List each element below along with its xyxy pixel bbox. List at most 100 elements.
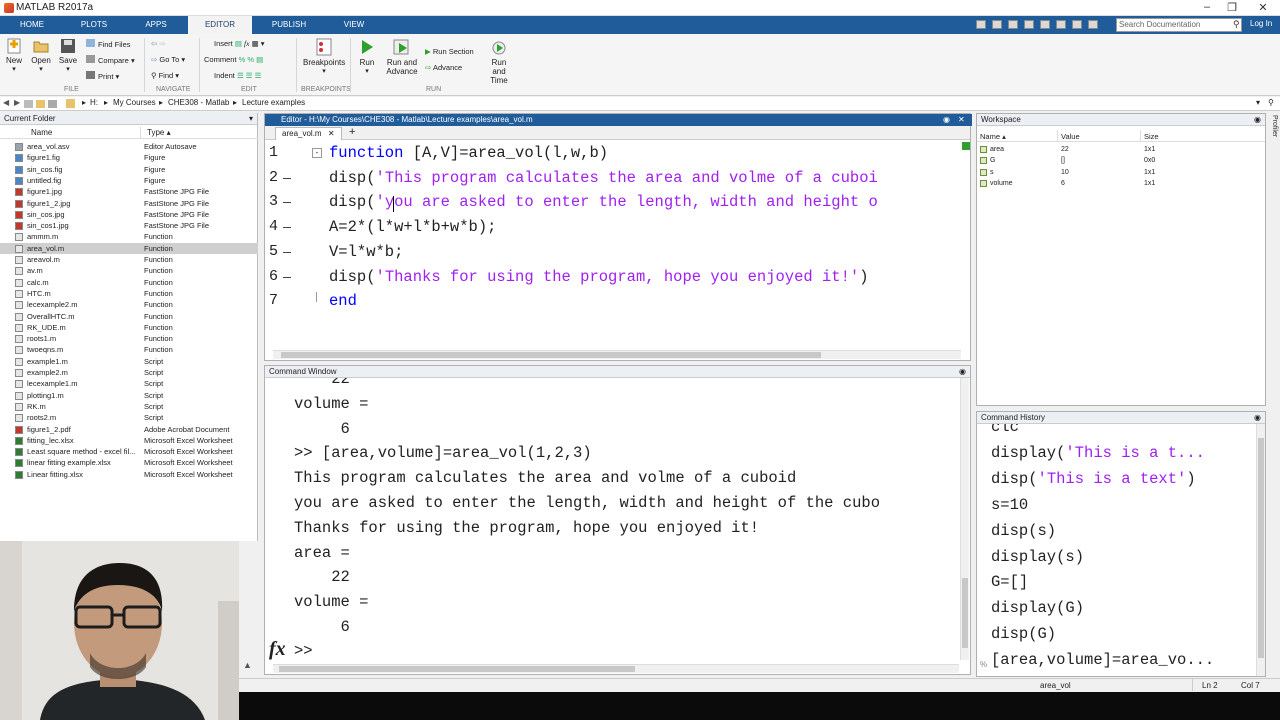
file-row[interactable]: sin_cos.jpg FastStone JPG File	[0, 209, 258, 220]
scrollbar-thumb[interactable]	[962, 578, 968, 648]
file-row[interactable]: figure1.jpg FastStone JPG File	[0, 186, 258, 197]
history-entry[interactable]: clc	[991, 424, 1019, 436]
up-folder-icon[interactable]	[24, 100, 33, 108]
new-button[interactable]: New ▾	[4, 38, 24, 73]
back-icon[interactable]: ◀	[3, 98, 9, 107]
breakpoint-dash[interactable]	[283, 227, 291, 229]
address-search-icon[interactable]: ⚲	[1268, 98, 1274, 107]
file-row[interactable]: calc.m Function	[0, 277, 258, 288]
breadcrumb-my-courses[interactable]: My Courses	[113, 98, 156, 107]
search-icon[interactable]: ⚲	[1233, 19, 1240, 30]
breakpoint-dash[interactable]	[283, 251, 291, 253]
panel-menu-icon[interactable]: ▾	[249, 113, 257, 125]
breakpoint-dash[interactable]	[283, 177, 291, 179]
open-button[interactable]: Open ▾	[30, 38, 52, 73]
column-type-header[interactable]: Type ▴	[147, 128, 171, 137]
workspace-variable-row[interactable]: G [] 0x0	[977, 155, 1265, 166]
browse-folder-icon[interactable]	[36, 100, 45, 108]
file-row[interactable]: plotting1.m Script	[0, 390, 258, 401]
file-row[interactable]: roots1.m Function	[0, 333, 258, 344]
file-row[interactable]: RK.m Script	[0, 401, 258, 412]
address-dropdown-icon[interactable]: ▾	[1256, 98, 1260, 107]
fx-function-browser-icon[interactable]: fx	[269, 638, 286, 661]
file-row[interactable]: area_vol.m Function	[0, 242, 258, 254]
back-forward-buttons[interactable]: ⇦ ⇨	[151, 39, 166, 48]
file-row[interactable]: example1.m Script	[0, 356, 258, 367]
history-entry[interactable]: [area,volume]=area_vo...	[991, 651, 1214, 669]
editor-tab-area-vol[interactable]: area_vol.m ✕	[275, 127, 342, 140]
breadcrumb-drive[interactable]: H:	[90, 98, 98, 107]
find-files-button[interactable]: Find Files	[86, 39, 131, 49]
ws-col-size[interactable]: Size	[1144, 132, 1159, 141]
file-row[interactable]: example2.m Script	[0, 367, 258, 378]
print-button[interactable]: Print ▾	[86, 71, 119, 81]
save-quick-icon[interactable]	[976, 20, 986, 29]
redo-quick-icon[interactable]	[1056, 20, 1066, 29]
run-and-time-button[interactable]: Run and Time	[484, 38, 514, 85]
file-row[interactable]: Linear fitting.xlsx Microsoft Excel Works…	[0, 469, 258, 480]
tab-home[interactable]: HOME	[10, 16, 54, 34]
minimize-icon[interactable]: –	[1200, 1, 1214, 13]
file-row[interactable]: av.m Function	[0, 265, 258, 276]
undo-quick-icon[interactable]	[1040, 20, 1050, 29]
history-entry[interactable]: display(G)	[991, 599, 1084, 617]
paste-quick-icon[interactable]	[1024, 20, 1034, 29]
workspace-variable-row[interactable]: volume 6 1x1	[977, 178, 1265, 189]
insert-button[interactable]: Insert ▤ fx ▦ ▾	[214, 39, 265, 48]
scrollbar-thumb[interactable]	[1258, 438, 1264, 658]
find-button[interactable]: ⚲ Find ▾	[151, 71, 179, 80]
editor-horizontal-scrollbar[interactable]	[273, 350, 961, 359]
search-documentation-input[interactable]: Search Documentation	[1116, 18, 1242, 32]
history-vertical-scrollbar[interactable]	[1256, 424, 1265, 676]
code-area[interactable]: 1- function [A,V]=area_vol(l,w,b) 2 disp('T…	[265, 142, 962, 352]
side-tab-profiler[interactable]: Profiler	[1268, 113, 1280, 153]
breakpoint-dash[interactable]	[283, 202, 291, 204]
editor-close-icon[interactable]: ✕	[958, 114, 965, 126]
advance-button[interactable]: ⇨ Advance	[425, 63, 462, 72]
file-row[interactable]: twoeqns.m Function	[0, 344, 258, 355]
history-entry[interactable]: disp('This is a text')	[991, 470, 1196, 488]
file-row[interactable]: RK_UDE.m Function	[0, 322, 258, 333]
file-row[interactable]: Least square method - excel fil... Micros…	[0, 446, 258, 457]
file-row[interactable]: sin_cos1.jpg FastStone JPG File	[0, 220, 258, 231]
file-row[interactable]: figure1_2.jpg FastStone JPG File	[0, 198, 258, 209]
file-row[interactable]: figure1_2.pdf Adobe Acrobat Document	[0, 424, 258, 435]
history-entry[interactable]: G=[]	[991, 573, 1028, 591]
fold-toggle-icon[interactable]: -	[312, 148, 322, 158]
history-entry[interactable]: disp(G)	[991, 625, 1056, 643]
compare-button[interactable]: Compare ▾	[86, 55, 135, 65]
new-tab-icon[interactable]: +	[349, 126, 355, 138]
copy-quick-icon[interactable]	[1008, 20, 1018, 29]
forward-icon[interactable]: ▶	[14, 98, 20, 107]
breakpoints-button[interactable]: Breakpoints ▾	[303, 38, 345, 75]
cut-quick-icon[interactable]	[992, 20, 1002, 29]
file-row[interactable]: figure1.fig Figure	[0, 152, 258, 163]
history-entry[interactable]: disp(s)	[991, 522, 1056, 540]
ws-col-name[interactable]: Name ▴	[980, 132, 1006, 141]
file-row[interactable]: sin_cos.fig Figure	[0, 164, 258, 175]
tab-apps[interactable]: APPS	[132, 16, 180, 34]
workspace-variable-row[interactable]: s 10 1x1	[977, 167, 1265, 178]
file-row[interactable]: ammm.m Function	[0, 231, 258, 242]
ws-col-value[interactable]: Value	[1061, 132, 1080, 141]
panel-menu-icon[interactable]: ◉	[959, 366, 970, 378]
login-link[interactable]: Log In	[1250, 19, 1272, 28]
command-vertical-scrollbar[interactable]	[960, 378, 969, 660]
file-row[interactable]: lecexample2.m Function	[0, 299, 258, 310]
scrollbar-thumb[interactable]	[281, 352, 821, 358]
command-horizontal-scrollbar[interactable]	[273, 664, 959, 673]
panel-menu-icon[interactable]: ◉	[1254, 412, 1265, 424]
collapse-panel-icon[interactable]: ▲	[243, 660, 252, 670]
workspace-variable-row[interactable]: area 22 1x1	[977, 144, 1265, 155]
scrollbar-thumb[interactable]	[279, 666, 635, 672]
breadcrumb-course[interactable]: CHE308 - Matlab	[168, 98, 229, 107]
file-row[interactable]: roots2.m Script	[0, 412, 258, 423]
tab-editor[interactable]: EDITOR	[188, 16, 252, 34]
run-and-advance-button[interactable]: Run and Advance	[385, 38, 419, 76]
save-button[interactable]: Save ▾	[57, 38, 79, 73]
command-prompt[interactable]: >>	[294, 642, 313, 660]
file-row[interactable]: areavol.m Function	[0, 254, 258, 265]
tab-view[interactable]: VIEW	[332, 16, 376, 34]
comment-button[interactable]: Comment % % ▤	[204, 55, 263, 64]
panel-menu-icon[interactable]: ◉	[1254, 114, 1265, 126]
